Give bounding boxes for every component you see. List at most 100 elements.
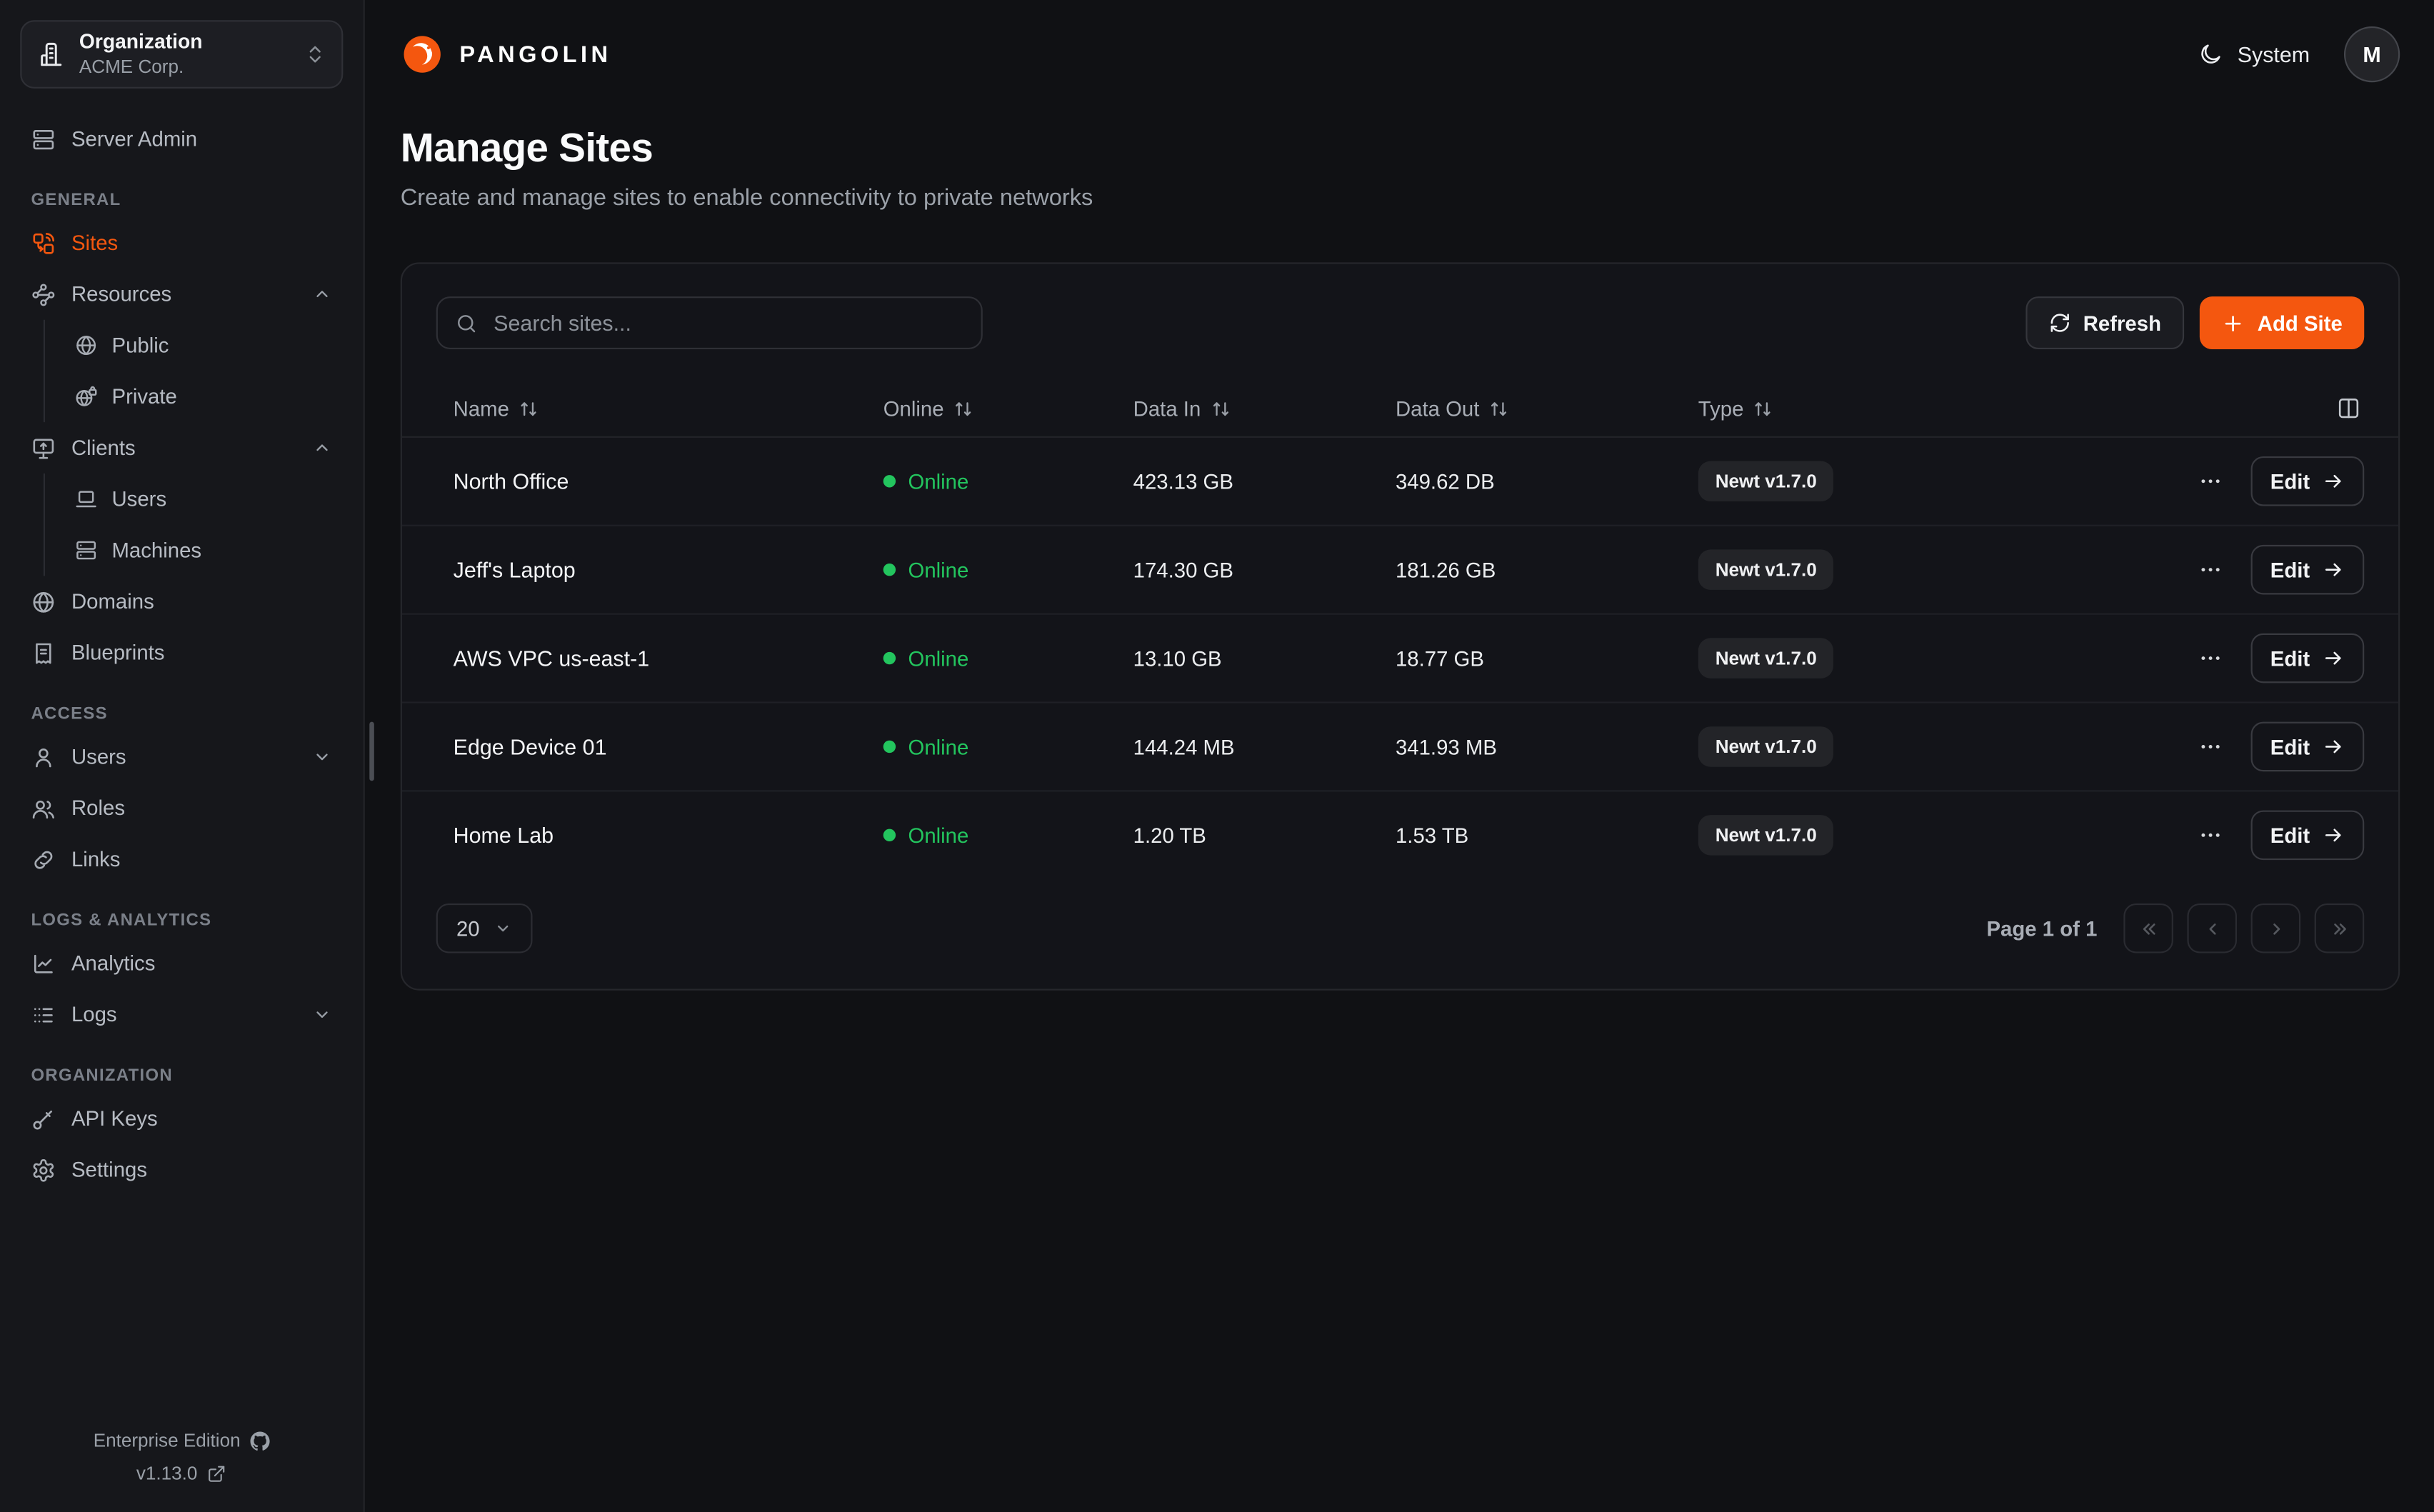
column-header-name[interactable]: Name — [454, 396, 883, 420]
page-size-select[interactable]: 20 — [436, 903, 533, 953]
building-icon — [37, 41, 65, 69]
row-menu-button[interactable] — [2194, 554, 2225, 585]
first-page-button[interactable] — [2123, 903, 2173, 953]
version-line: v1.13.0 — [0, 1462, 364, 1483]
sidebar-item-private[interactable]: Private — [64, 371, 343, 422]
row-menu-button[interactable] — [2194, 466, 2225, 496]
sidebar-item-logs[interactable]: Logs — [20, 989, 343, 1041]
sidebar-item-analytics[interactable]: Analytics — [20, 938, 343, 989]
online-dot-icon — [883, 741, 896, 753]
sidebar-item-machines[interactable]: Machines — [64, 525, 343, 576]
sidebar-item-sites[interactable]: Sites — [20, 217, 343, 269]
sidebar-item-public[interactable]: Public — [64, 320, 343, 371]
sidebar-item-server-admin[interactable]: Server Admin — [20, 114, 343, 165]
page-size-value: 20 — [456, 916, 480, 940]
waypoints-icon — [31, 281, 56, 306]
server-icon — [31, 126, 56, 151]
site-data-in: 13.10 GB — [1133, 646, 1396, 670]
theme-toggle-label: System — [2238, 42, 2310, 67]
search-input[interactable] — [491, 309, 964, 337]
arrow-right-icon — [2323, 559, 2344, 580]
sidebar: Organization ACME Corp. Server Admin GEN… — [0, 0, 365, 1512]
edit-button[interactable]: Edit — [2250, 634, 2364, 684]
prev-page-button[interactable] — [2187, 903, 2237, 953]
sidebar-item-resources[interactable]: Resources — [20, 269, 343, 320]
column-header-online[interactable]: Online — [883, 396, 1133, 420]
laptop-icon — [74, 487, 98, 511]
sidebar-item-label: Private — [111, 385, 176, 409]
sidebar-item-label: API Keys — [71, 1107, 158, 1131]
external-link-icon[interactable] — [206, 1463, 226, 1483]
app: Organization ACME Corp. Server Admin GEN… — [0, 0, 2434, 1512]
theme-toggle-button[interactable]: System — [2198, 42, 2310, 67]
site-type: Newt v1.7.0 — [1698, 638, 2131, 679]
online-dot-icon — [883, 829, 896, 841]
refresh-button[interactable]: Refresh — [2025, 296, 2184, 349]
sidebar-item-users[interactable]: Users — [20, 731, 343, 783]
globe-icon — [31, 589, 56, 614]
type-badge: Newt v1.7.0 — [1698, 726, 1834, 767]
table-toolbar: Refresh Add Site — [402, 264, 2398, 380]
site-type: Newt v1.7.0 — [1698, 549, 2131, 590]
edit-button[interactable]: Edit — [2250, 456, 2364, 506]
columns-icon — [2336, 396, 2361, 421]
org-switcher[interactable]: Organization ACME Corp. — [20, 20, 343, 89]
sidebar-item-settings[interactable]: Settings — [20, 1144, 343, 1196]
refresh-icon — [2049, 312, 2070, 334]
site-data-out: 1.53 TB — [1396, 823, 1698, 847]
add-site-button[interactable]: Add Site — [2200, 296, 2364, 349]
sidebar-item-label: Sites — [71, 231, 118, 255]
sidebar-item-api-keys[interactable]: API Keys — [20, 1093, 343, 1144]
chevron-up-icon — [312, 438, 332, 458]
sidebar-item-client-users[interactable]: Users — [64, 474, 343, 525]
next-page-button[interactable] — [2251, 903, 2301, 953]
sidebar-item-label: Machines — [111, 539, 201, 562]
edit-label: Edit — [2270, 646, 2310, 670]
moon-icon — [2198, 42, 2223, 67]
row-menu-button[interactable] — [2194, 643, 2225, 674]
server-icon — [74, 539, 98, 562]
link-icon — [31, 847, 56, 872]
row-menu-button[interactable] — [2194, 820, 2225, 851]
section-label-general: GENERAL — [31, 191, 332, 209]
sidebar-scrollbar[interactable] — [369, 722, 374, 781]
row-menu-button[interactable] — [2194, 731, 2225, 762]
sites-card: Refresh Add Site Name Online — [401, 262, 2400, 990]
sidebar-item-roles[interactable]: Roles — [20, 782, 343, 833]
globe-icon — [74, 334, 98, 357]
monitor-up-icon — [31, 436, 56, 461]
table-row: Edge Device 01 Online 144.24 MB 341.93 M… — [402, 701, 2398, 790]
main-content: PANGOLIN System M Manage Sites Create an… — [365, 0, 2434, 1512]
ellipsis-icon — [2198, 557, 2223, 582]
arrow-right-icon — [2323, 471, 2344, 492]
org-switcher-label: Organization — [79, 30, 203, 55]
edit-button[interactable]: Edit — [2250, 545, 2364, 595]
pagination-right: Page 1 of 1 — [1986, 903, 2364, 953]
column-visibility-button[interactable] — [2333, 393, 2364, 424]
sort-icon — [1753, 399, 1773, 419]
sidebar-item-domains[interactable]: Domains — [20, 576, 343, 627]
github-icon[interactable] — [250, 1431, 270, 1451]
edit-button[interactable]: Edit — [2250, 811, 2364, 861]
logs-icon — [31, 1002, 56, 1027]
type-badge: Newt v1.7.0 — [1698, 461, 1834, 502]
sort-icon — [519, 399, 539, 419]
sidebar-item-label: Public — [111, 334, 169, 357]
sidebar-item-clients[interactable]: Clients — [20, 422, 343, 474]
column-header-type[interactable]: Type — [1698, 396, 2131, 420]
online-dot-icon — [883, 652, 896, 664]
avatar[interactable]: M — [2344, 26, 2400, 82]
site-type: Newt v1.7.0 — [1698, 726, 2131, 767]
column-header-data-out[interactable]: Data Out — [1396, 396, 1698, 420]
site-name: AWS VPC us-east-1 — [454, 646, 883, 671]
last-page-button[interactable] — [2315, 903, 2365, 953]
site-name: North Office — [454, 469, 883, 494]
edit-button[interactable]: Edit — [2250, 722, 2364, 772]
site-status: Online — [883, 469, 1133, 493]
sidebar-item-blueprints[interactable]: Blueprints — [20, 627, 343, 679]
online-dot-icon — [883, 564, 896, 576]
site-name: Edge Device 01 — [454, 734, 883, 759]
column-header-data-in[interactable]: Data In — [1133, 396, 1396, 420]
sidebar-item-links[interactable]: Links — [20, 833, 343, 885]
sort-icon — [1488, 399, 1508, 419]
